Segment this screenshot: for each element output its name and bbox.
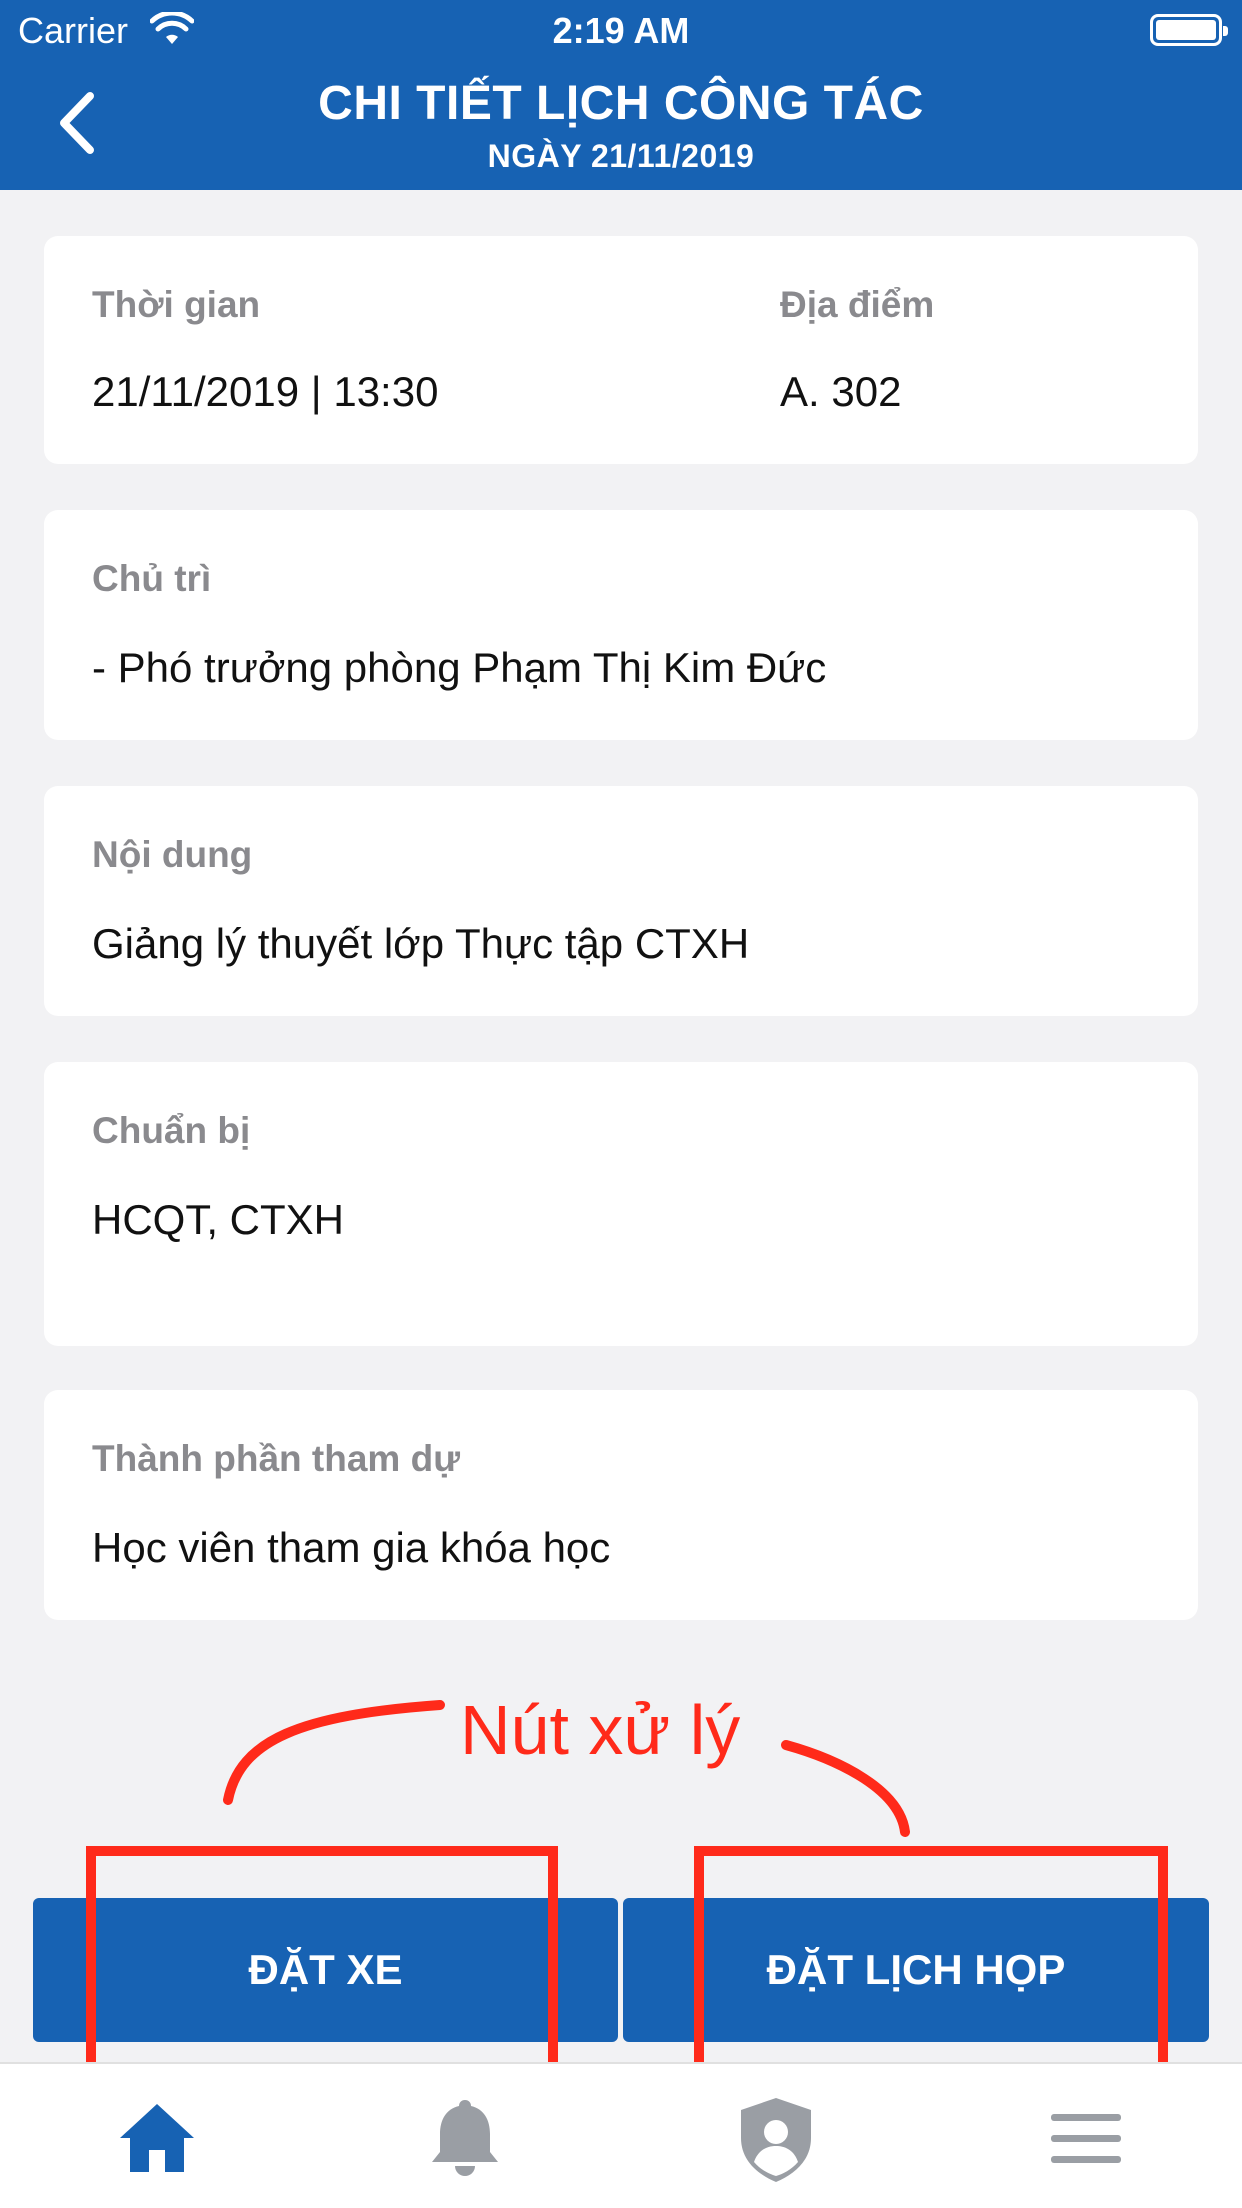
- annotation-label: Nút xử lý: [460, 1691, 741, 1769]
- highlight-box-book-car: [86, 1846, 558, 2078]
- participants-label: Thành phần tham dự: [92, 1438, 460, 1479]
- bell-icon[interactable]: [420, 2094, 510, 2184]
- tab-bar: [0, 2062, 1242, 2208]
- time-location-card: Thời gian 21/11/2019 | 13:30 Địa điểm A.…: [44, 236, 1198, 464]
- home-icon[interactable]: [112, 2094, 202, 2184]
- time-label: Thời gian: [92, 284, 261, 325]
- content-value: Giảng lý thuyết lớp Thực tập CTXH: [92, 920, 750, 967]
- highlight-box-book-meeting: [694, 1846, 1168, 2078]
- menu-icon[interactable]: [1041, 2094, 1131, 2184]
- page-subtitle: NGÀY 21/11/2019: [487, 138, 755, 174]
- participants-value: Học viên tham gia khóa học: [92, 1524, 611, 1571]
- status-bar: Carrier 2:19 AM: [0, 0, 1242, 60]
- time-value: 21/11/2019 | 13:30: [92, 368, 439, 415]
- navigation-bar: CHI TIẾT LỊCH CÔNG TÁC NGÀY 21/11/2019: [0, 60, 1242, 190]
- location-label: Địa điểm: [780, 284, 935, 325]
- host-value: - Phó trưởng phòng Phạm Thị Kim Đức: [92, 644, 827, 691]
- clock: 2:19 AM: [552, 10, 690, 51]
- location-value: A. 302: [780, 368, 902, 415]
- preparation-card: Chuẩn bị HCQT, CTXH: [44, 1062, 1198, 1346]
- preparation-value: HCQT, CTXH: [92, 1196, 344, 1243]
- battery-icon: [1150, 14, 1228, 46]
- host-card: Chủ trì - Phó trưởng phòng Phạm Thị Kim …: [44, 510, 1198, 740]
- participants-card: Thành phần tham dự Học viên tham gia khó…: [44, 1390, 1198, 1620]
- preparation-label: Chuẩn bị: [92, 1110, 251, 1151]
- page-title: CHI TIẾT LỊCH CÔNG TÁC: [318, 77, 924, 130]
- user-shield-icon[interactable]: [731, 2094, 821, 2184]
- content-label: Nội dung: [92, 834, 253, 875]
- content-card: Nội dung Giảng lý thuyết lớp Thực tập CT…: [44, 786, 1198, 1016]
- host-label: Chủ trì: [92, 558, 212, 599]
